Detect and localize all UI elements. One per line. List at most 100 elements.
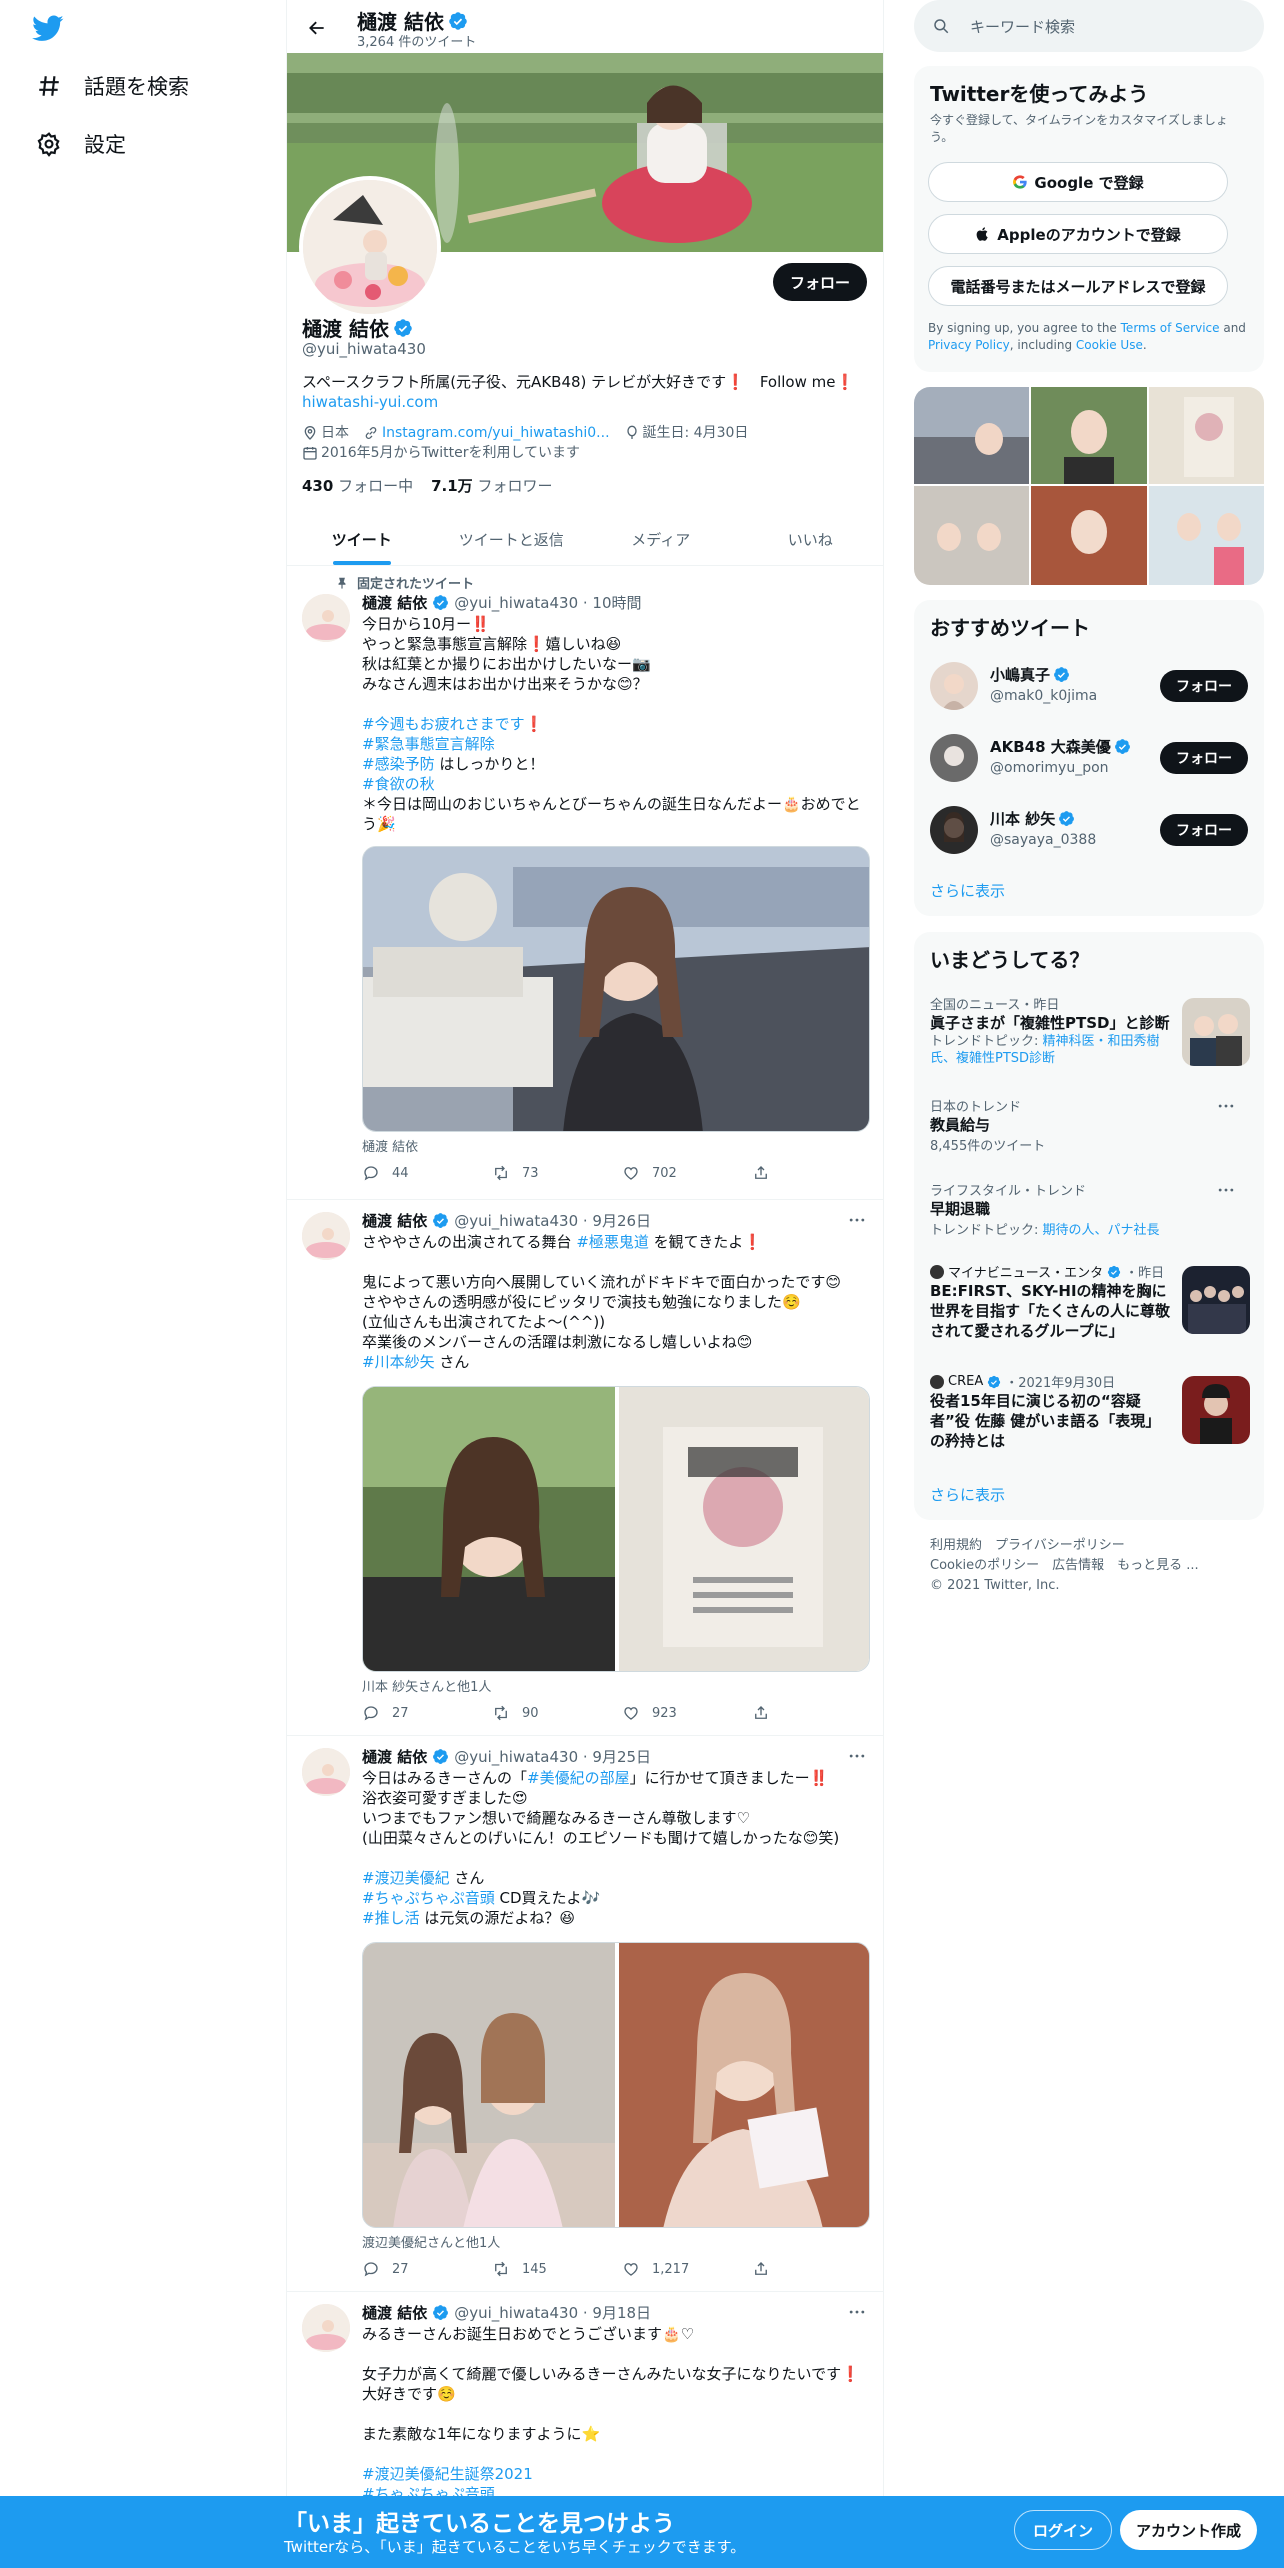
tweet-image[interactable] (362, 846, 870, 1132)
hashtag-link[interactable]: #川本紗矢 (362, 1353, 435, 1371)
media-gallery[interactable] (914, 387, 1264, 585)
retweet-button[interactable]: 145 (492, 2260, 622, 2278)
news-source-name: マイナビニュース・エンタ (948, 1266, 1104, 1281)
more-options-icon[interactable] (845, 1746, 869, 1766)
tweet-author-name[interactable]: 樋渡 結依 (362, 1746, 427, 1767)
more-options-icon[interactable] (1216, 1096, 1236, 1116)
birthday-text: 誕生日: 4月30日 (642, 425, 749, 441)
reply-button[interactable]: 27 (362, 2260, 492, 2278)
hashtag-link[interactable]: #今週もお疲れさまです (362, 715, 525, 733)
tweet-image-grid[interactable] (362, 1386, 870, 1672)
more-options-icon[interactable] (1216, 1180, 1236, 1200)
following-link[interactable]: 430 フォロー中 (302, 475, 413, 496)
tweet-author-name[interactable]: 樋渡 結依 (362, 2302, 427, 2323)
hashtag-link[interactable]: #緊急事態宣言解除 (362, 735, 495, 753)
bottom-signup-bar: 「いま」起きていることを見つけよう Twitterなら、「いま」起きていることを… (0, 2496, 1284, 2568)
tab-tweets[interactable]: ツイート (287, 513, 437, 565)
terms-link[interactable]: Terms of Service (1121, 321, 1220, 335)
avatar[interactable] (302, 1212, 350, 1260)
tweet-photo (363, 1387, 869, 1671)
follow-button[interactable]: フォロー (1160, 742, 1248, 774)
tweet[interactable]: 固定されたツイート 樋渡 結依 @yui_hiwata430 · 10時間 今日… (287, 566, 883, 1200)
like-button[interactable]: 702 (622, 1164, 752, 1182)
twitter-logo-icon[interactable] (30, 12, 66, 44)
news-item[interactable]: CREA ・2021年9月30日 役者15年目に演じる初の“容疑者”役 佐藤 健が… (930, 1372, 1250, 1452)
suggestion-handle: @sayaya_0388 (990, 832, 1097, 848)
trend-item[interactable]: ライフスタイル・トレンド 早期退職 トレンドトピック: 期待の人、パナ社長 (930, 1180, 1250, 1240)
tab-likes[interactable]: いいね (736, 513, 884, 565)
avatar[interactable] (302, 1748, 350, 1796)
hashtag-link[interactable]: #推し活 (362, 1909, 420, 1927)
phone-email-signup-button[interactable]: 電話番号またはメールアドレスで登録 (928, 266, 1228, 306)
balloon-icon (626, 425, 637, 439)
footer-links-row[interactable]: 利用規約 プライバシーポリシー (930, 1536, 1250, 1556)
more-options-icon[interactable] (845, 1210, 869, 1230)
hashtag-link[interactable]: #食欲の秋 (362, 775, 435, 793)
profile-link[interactable]: Instagram.com/yui_hiwatashi0... (363, 423, 610, 443)
tweet-author-name[interactable]: 樋渡 結依 (362, 1210, 427, 1231)
tweet-line: 女子力が高くて綺麗で優しいみるきーさんみたいな女子になりたいです❗️ (362, 2365, 860, 2383)
trend-item[interactable]: 全国のニュース・昨日 眞子さまが「複雑性PTSD」と診断 トレンドトピック: 精… (930, 994, 1250, 1074)
news-thumbnail (1182, 1376, 1250, 1444)
terms-text: . (1142, 338, 1147, 352)
nav-explore[interactable]: 話題を検索 (22, 58, 203, 114)
cookie-link[interactable]: Cookie Use (1076, 338, 1143, 352)
retweet-button[interactable]: 90 (492, 1704, 622, 1722)
profile-avatar[interactable] (299, 176, 441, 318)
follow-button[interactable]: フォロー (1160, 814, 1248, 846)
reply-button[interactable]: 27 (362, 1704, 492, 1722)
hashtag-link[interactable]: #極悪鬼道 (576, 1233, 649, 1251)
login-button[interactable]: ログイン (1014, 2510, 1113, 2550)
hashtag-link[interactable]: #感染予防 (362, 755, 435, 773)
follow-button[interactable]: フォロー (1160, 670, 1248, 702)
profile-tabs: ツイート ツイートと返信 メディア いいね (287, 513, 884, 566)
privacy-link[interactable]: Privacy Policy (928, 338, 1010, 352)
tweet-line: はしっかりと！ (434, 755, 545, 773)
signup-button[interactable]: アカウント作成 (1120, 2510, 1258, 2550)
news-item[interactable]: マイナビニュース・エンタ ・昨日 BE:FIRST、SKY-HIの精神を胸に世界を… (930, 1262, 1250, 1342)
more-options-icon[interactable] (845, 2302, 869, 2322)
apple-signup-button[interactable]: Appleのアカウントで登録 (928, 214, 1228, 254)
trend-title: 教員給与 (930, 1116, 991, 1134)
show-more-link[interactable]: さらに表示 (930, 1484, 1005, 1505)
google-signup-button[interactable]: Google で登録 (928, 162, 1228, 202)
tweet-line: は元気の源だよね？😆 (419, 1909, 575, 1927)
tweet-author-name[interactable]: 樋渡 結依 (362, 592, 427, 613)
search-box[interactable]: キーワード検索 (914, 0, 1264, 52)
avatar[interactable] (302, 594, 350, 642)
hashtag-link[interactable]: #美優紀の部屋 (527, 1769, 630, 1787)
tweet-line: 卒業後のメンバーさんの活躍は刺激になるし嬉しいよね😊 (362, 1333, 753, 1351)
show-more-link[interactable]: さらに表示 (930, 880, 1005, 901)
follow-button[interactable]: フォロー (772, 263, 867, 301)
tweet[interactable]: 樋渡 結依 @yui_hiwata430 · 9月26日 さややさんの出演されて… (287, 1200, 883, 1736)
avatar[interactable] (302, 2304, 350, 2352)
followers-link[interactable]: 7.1万 フォロワー (431, 475, 552, 496)
hashtag-link[interactable]: #渡辺美優紀 (362, 1869, 450, 1887)
tweet-line: 」に行かせて頂きましたー‼️ (629, 1769, 829, 1787)
tab-media[interactable]: メディア (586, 513, 736, 565)
trend-topic-link[interactable]: 期待の人、パナ社長 (1043, 1223, 1160, 1238)
tab-tweets-replies[interactable]: ツイートと返信 (437, 513, 587, 565)
link-icon (365, 427, 377, 439)
reply-button[interactable]: 44 (362, 1164, 492, 1182)
trend-item[interactable]: 日本のトレンド 教員給与 8,455件のツイート (930, 1096, 1250, 1156)
tweet-line: やっと緊急事態宣言解除❗️嬉しいね😆 (362, 635, 622, 653)
tweet-image-grid[interactable] (362, 1942, 870, 2228)
hashtag-link[interactable]: #渡辺美優紀生誕祭2021 (362, 2465, 533, 2483)
profile-joined: 2016年5月からTwitterを利用しています (302, 443, 580, 463)
retweet-button[interactable]: 73 (492, 1164, 622, 1182)
nav-settings[interactable]: 設定 (22, 116, 140, 172)
back-button[interactable] (299, 10, 335, 46)
like-button[interactable]: 1,217 (622, 2260, 752, 2278)
tweet[interactable]: 樋渡 結依 @yui_hiwata430 · 9月25日 今日はみるきーさんの「… (287, 1736, 883, 2292)
share-button[interactable] (752, 1704, 782, 1722)
profile-website-link[interactable]: hiwatashi-yui.com (302, 393, 438, 411)
share-button[interactable] (752, 2260, 782, 2278)
profile-link-text[interactable]: Instagram.com/yui_hiwatashi0... (382, 423, 610, 443)
footer-links-row[interactable]: Cookieのポリシー 広告情報 もっと見る ... (930, 1556, 1250, 1576)
like-button[interactable]: 923 (622, 1704, 752, 1722)
share-button[interactable] (752, 1164, 782, 1182)
search-placeholder[interactable]: キーワード検索 (970, 16, 1075, 37)
apple-signup-label: Appleのアカウントで登録 (997, 225, 1181, 244)
hashtag-link[interactable]: #ちゃぷちゃぷ音頭 (362, 1889, 495, 1907)
